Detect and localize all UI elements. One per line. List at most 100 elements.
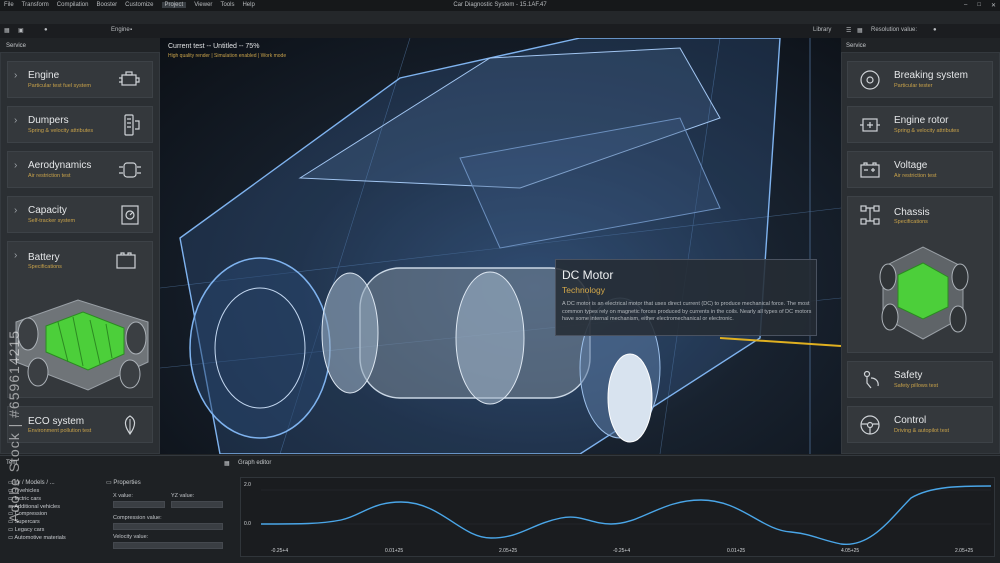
graph-x-tick: -0.25+4	[613, 548, 631, 554]
card-title: Capacity	[28, 205, 67, 216]
minimize-icon[interactable]: –	[964, 2, 967, 9]
graph-y-top: 2.0	[244, 482, 251, 488]
card-title: Battery	[28, 252, 60, 263]
service-card-eco-system[interactable]: ECO system Environment pollution test	[7, 406, 153, 443]
service-card-dumpers[interactable]: › Dumpers Spring & velocity attributes	[7, 106, 153, 143]
steering-wheel-icon	[860, 415, 880, 435]
chevron-right-icon: ›	[14, 205, 18, 216]
velocity-value-input[interactable]	[113, 542, 223, 549]
properties-title-text: Properties	[113, 480, 141, 486]
card-title: ECO system	[28, 416, 85, 427]
card-subtitle: Air restriction test	[894, 173, 937, 179]
graph-curve	[260, 485, 992, 545]
card-subtitle: Specifications	[28, 264, 62, 270]
compression-value-input[interactable]	[113, 523, 223, 530]
card-subtitle: Specifications	[894, 219, 928, 225]
card-title: Voltage	[894, 160, 928, 171]
card-title: Control	[894, 415, 927, 426]
brake-disc-icon	[860, 70, 880, 90]
service-card-control[interactable]: Control Driving & autopilot test	[847, 406, 993, 443]
car-battery-icon	[860, 162, 880, 178]
window-title: Car Diagnostic System - 15.1AF.47	[453, 2, 547, 8]
card-title: Engine	[28, 70, 60, 81]
service-card-aerodynamics[interactable]: › Aerodynamics Air restriction test	[7, 151, 153, 188]
toolbar: ▦ ▣ ● Engine ▪ Library ☰ ▦ Resolution va…	[0, 24, 1000, 38]
car-xray-render	[160, 38, 841, 454]
service-card-engine-rotor[interactable]: Engine rotor Spring & velocity attribute…	[847, 106, 993, 143]
engine-dropdown[interactable]: Engine	[111, 27, 130, 33]
card-subtitle: Spring & velocity attributes	[28, 128, 94, 134]
chassis-illustration	[879, 246, 969, 340]
airbag-icon	[863, 370, 879, 389]
save-icon[interactable]: ▣	[18, 27, 24, 34]
close-icon[interactable]: ✕	[991, 2, 996, 9]
resolution-slider-handle[interactable]: ●	[933, 27, 937, 33]
car-aero-icon	[119, 162, 141, 178]
tree-item[interactable]: ▭ Automotive materials	[8, 535, 66, 543]
tree-item[interactable]: ▭ Legacy cars	[8, 527, 66, 535]
card-subtitle: Particular tester	[894, 83, 933, 89]
chevron-right-icon: ›	[14, 250, 18, 261]
eco-leaf-icon	[124, 415, 136, 436]
compression-value-label: Compression value:	[113, 515, 162, 521]
card-subtitle: Safety pillows test	[894, 383, 939, 389]
3d-viewport[interactable]: Current test -- Untitled -- 75% High qua…	[160, 38, 841, 454]
graph-canvas	[260, 485, 992, 545]
battery-chassis-illustration	[15, 299, 149, 391]
left-panel-title: Service	[6, 43, 27, 49]
rotor-icon	[860, 118, 880, 132]
yz-value-label: YZ value:	[171, 493, 195, 499]
graph-x-tick: 4.05+25	[841, 548, 860, 554]
service-card-voltage[interactable]: Voltage Air restriction test	[847, 151, 993, 188]
graph-editor[interactable]: 2.0 0.0 -0.25+4 0.01+25 2.05+25 -0.25+4 …	[240, 477, 995, 557]
popup-title: DC Motor	[562, 268, 614, 282]
tab-strip	[0, 11, 1000, 24]
service-card-engine[interactable]: › Engine Particular test fuel system	[7, 61, 153, 98]
service-card-battery[interactable]: › Battery Specifications	[7, 241, 153, 398]
card-subtitle: Spring & velocity attributes	[894, 128, 960, 134]
x-value-input[interactable]	[113, 501, 165, 508]
card-subtitle: Environment pollution test	[28, 428, 92, 434]
graph-editor-tab[interactable]: Graph editor	[238, 460, 271, 466]
engine-icon	[119, 71, 140, 86]
card-subtitle: Driving & autopilot test	[894, 428, 950, 434]
card-subtitle: Particular test fuel system	[28, 83, 91, 89]
title-bar: File Transform Compilation Booster Custo…	[0, 0, 1000, 11]
library-button[interactable]: Library	[813, 27, 831, 33]
x-value-label: X value:	[113, 493, 133, 499]
list-view-icon[interactable]: ☰	[846, 27, 851, 34]
card-subtitle: Air restriction test	[28, 173, 71, 179]
properties-title: ▭ Properties	[106, 480, 141, 486]
grid-view-icon[interactable]: ▦	[857, 27, 863, 34]
service-card-capacity[interactable]: › Capacity Self-tracker system	[7, 196, 153, 233]
shock-absorber-icon	[124, 114, 140, 136]
card-title: Dumpers	[28, 115, 69, 126]
maximize-icon[interactable]: □	[977, 2, 981, 9]
info-popup: DC Motor Technology A DC motor is an ele…	[555, 259, 817, 336]
graph-x-tick: 0.01+25	[727, 548, 746, 554]
card-title: Safety	[894, 370, 923, 381]
grid-icon[interactable]: ▦	[4, 27, 10, 34]
lock-icon[interactable]: ▪	[130, 27, 132, 33]
graph-y-mid: 0.0	[244, 521, 251, 527]
card-title: Aerodynamics	[28, 160, 92, 171]
dot-icon[interactable]: ●	[44, 27, 48, 33]
chevron-right-icon: ›	[14, 115, 18, 126]
chevron-right-icon: ›	[14, 70, 18, 81]
viewport-header: Current test -- Untitled -- 75%	[168, 43, 260, 50]
card-title: Breaking system	[894, 70, 968, 81]
service-card-breaking-system[interactable]: Breaking system Particular tester	[847, 61, 993, 98]
chassis-icon	[860, 205, 880, 225]
graph-x-tick: 2.05+25	[955, 548, 974, 554]
graph-editor-icon[interactable]: ▦	[224, 460, 230, 467]
service-card-chassis[interactable]: Chassis Specifications	[847, 196, 993, 353]
window-controls: – □ ✕	[964, 2, 996, 9]
popup-subtitle: Technology	[562, 285, 606, 295]
service-card-safety[interactable]: Safety Safety pillows test	[847, 361, 993, 398]
velocity-value-label: Velocity value:	[113, 534, 149, 540]
capacity-icon	[121, 205, 139, 225]
chevron-right-icon: ›	[14, 160, 18, 171]
viewport-subheader: High quality render | Simulation enabled…	[168, 53, 287, 59]
yz-value-input[interactable]	[171, 501, 223, 508]
graph-x-tick: 0.01+25	[385, 548, 404, 554]
